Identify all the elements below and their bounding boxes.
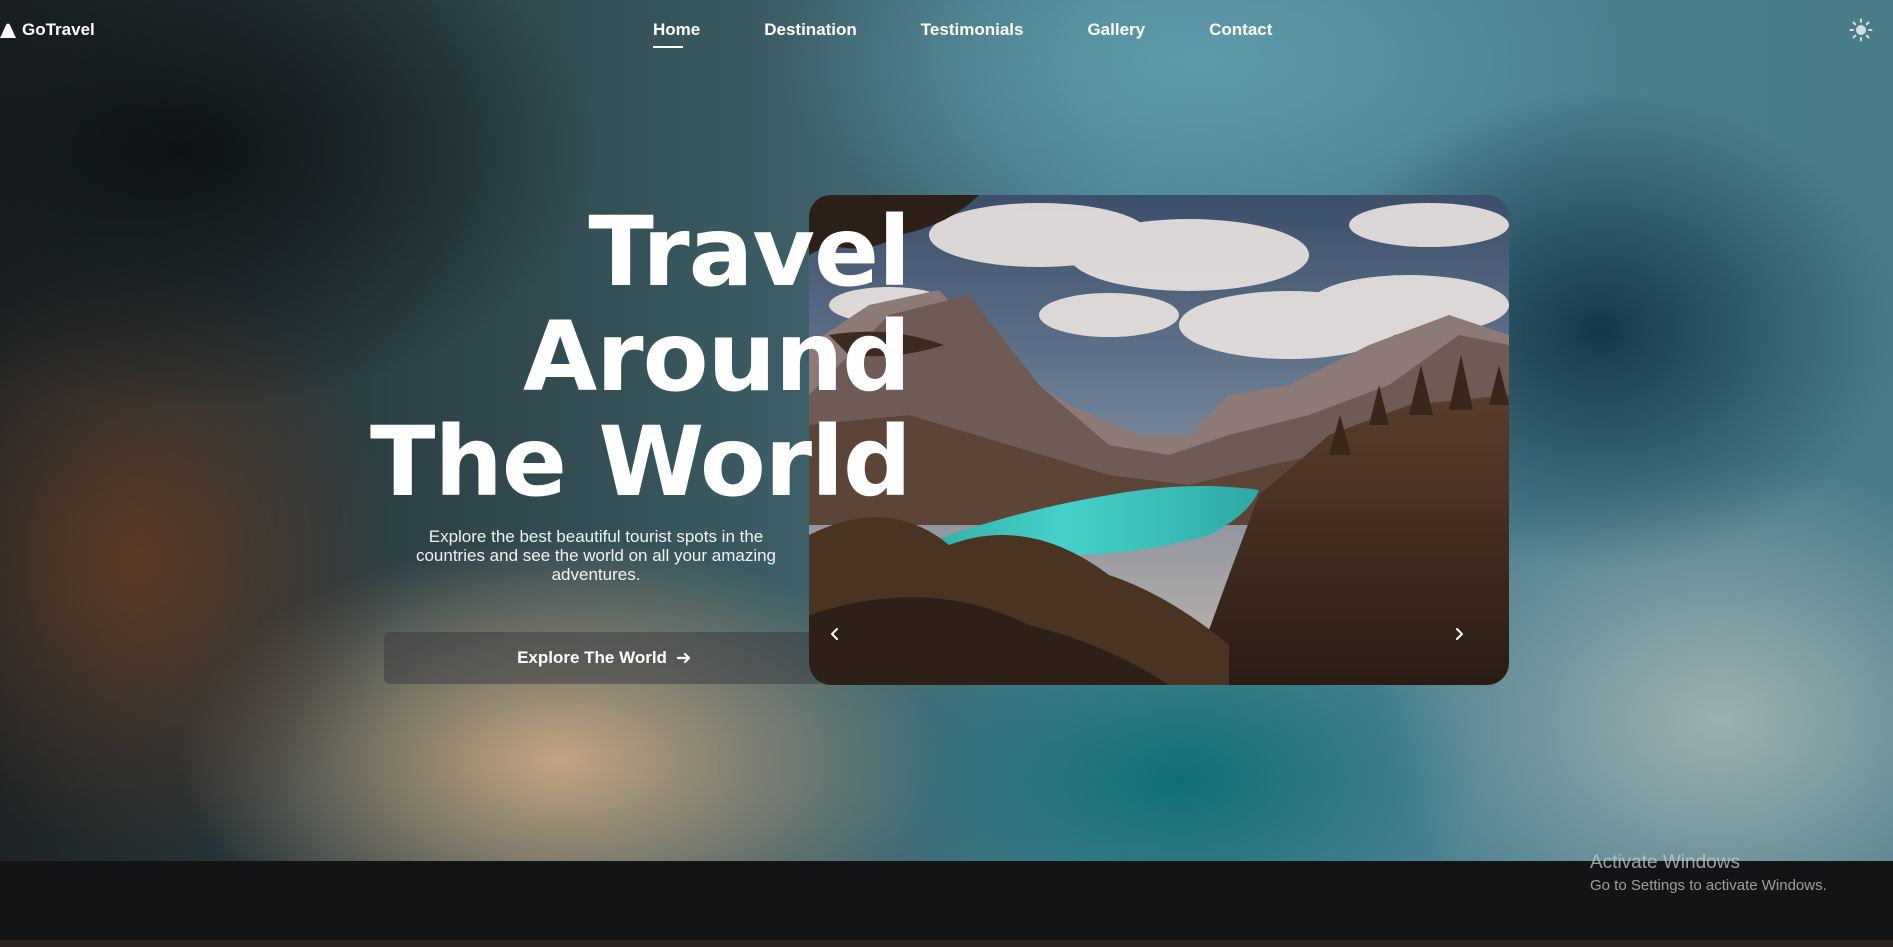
hero-title-line-3: The World	[370, 406, 912, 518]
activate-windows-watermark: Activate Windows Go to Settings to activ…	[1590, 852, 1827, 896]
chevron-right-icon	[1456, 628, 1463, 640]
mountain-icon	[0, 23, 16, 38]
slider-next-button[interactable]	[1445, 620, 1473, 648]
arrow-right-icon	[676, 652, 691, 664]
watermark-subtitle: Go to Settings to activate Windows.	[1590, 877, 1827, 894]
navbar: GoTravel Home Destination Testimonials G…	[0, 0, 1893, 62]
nav-home[interactable]: Home	[653, 20, 700, 48]
hero-title-line-1: Travel	[588, 196, 911, 308]
explore-button[interactable]: Explore The World	[384, 632, 824, 684]
nav-contact[interactable]: Contact	[1209, 20, 1272, 40]
explore-button-label: Explore The World	[517, 648, 667, 667]
hero-title-line-2: Around	[523, 301, 911, 413]
slider-image	[809, 195, 1509, 685]
brand-name: GoTravel	[22, 20, 95, 39]
nav-testimonials[interactable]: Testimonials	[921, 20, 1024, 40]
slider-prev-button[interactable]	[821, 620, 849, 648]
image-slider	[809, 195, 1509, 685]
hero-description: Explore the best beautiful tourist spots…	[415, 527, 777, 584]
nav-gallery[interactable]: Gallery	[1087, 20, 1145, 40]
brand-logo[interactable]: GoTravel	[0, 20, 95, 40]
hero-title: Travel Around The World	[370, 196, 912, 518]
page-bottom-edge	[0, 940, 1893, 947]
chevron-left-icon	[831, 628, 838, 640]
nav-links: Home Destination Testimonials Gallery Co…	[653, 20, 1336, 48]
watermark-title: Activate Windows	[1590, 852, 1740, 873]
sun-icon[interactable]	[1849, 18, 1873, 42]
nav-destination[interactable]: Destination	[764, 20, 857, 40]
